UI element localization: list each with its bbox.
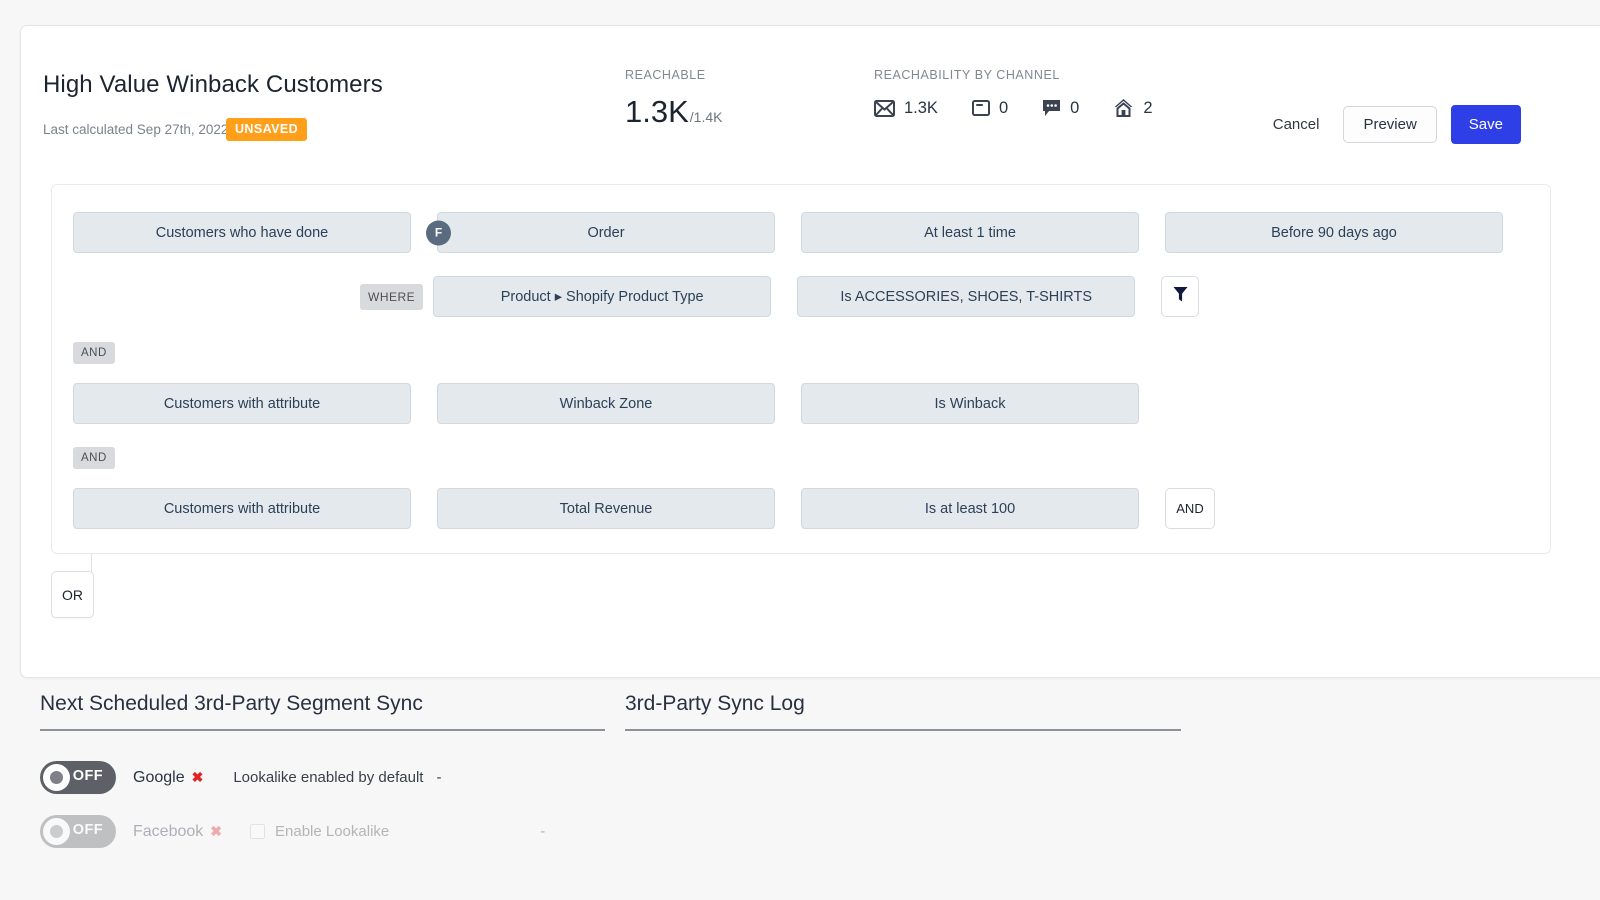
- reachable-denominator: /1.4K: [689, 109, 723, 125]
- provider-row-facebook: OFF Facebook ✖ Enable Lookalike -: [40, 815, 605, 848]
- funnel-filter-icon: [1173, 286, 1188, 308]
- push-notification-icon: [971, 99, 990, 117]
- preview-button[interactable]: Preview: [1343, 106, 1437, 143]
- funnel-filter-button[interactable]: [1161, 276, 1200, 317]
- page-title: High Value Winback Customers: [43, 71, 383, 98]
- status-badge: UNSAVED: [226, 118, 307, 141]
- channel-sms: 0: [1042, 99, 1079, 118]
- segment-card: High Value Winback Customers Last calcul…: [20, 25, 1600, 678]
- google-provider-label: Google ✖: [133, 769, 203, 787]
- facebook-enable-lookalike-checkbox[interactable]: [250, 824, 265, 839]
- query-row-4: Customers with attribute Total Revenue I…: [73, 488, 1215, 529]
- facebook-enable-lookalike-label: Enable Lookalike: [275, 823, 390, 840]
- channel-push: 0: [971, 98, 1009, 118]
- segment-header: High Value Winback Customers Last calcul…: [21, 26, 1581, 166]
- filter-flag-badge: F: [426, 220, 451, 245]
- reachable-value-group: 1.3K /1.4K: [625, 94, 845, 130]
- channel-email-value: 1.3K: [904, 98, 938, 117]
- channel-sms-value: 0: [1070, 98, 1080, 117]
- provider-row-google: OFF Google ✖ Lookalike enabled by defaul…: [40, 761, 605, 794]
- query-row-1: Customers who have done F Order At least…: [73, 212, 1503, 253]
- facebook-toggle-state: OFF: [72, 822, 103, 838]
- row4-group-operator-button[interactable]: AND: [1165, 488, 1215, 529]
- row4-operator-pill[interactable]: Is at least 100: [801, 488, 1139, 529]
- row4-subject-pill[interactable]: Customers with attribute: [73, 488, 411, 529]
- google-sync-toggle[interactable]: OFF: [40, 761, 116, 794]
- google-sync-time: -: [436, 769, 442, 786]
- row3-attribute-pill[interactable]: Winback Zone: [437, 383, 775, 424]
- save-button[interactable]: Save: [1450, 105, 1521, 144]
- reachable-stat: REACHABLE 1.3K /1.4K: [625, 68, 845, 130]
- row1-event-pill[interactable]: Order: [437, 212, 775, 253]
- google-disconnected-icon: ✖: [191, 769, 204, 785]
- sync-section: Next Scheduled 3rd-Party Segment Sync OF…: [0, 678, 1600, 900]
- query-row-3: Customers with attribute Winback Zone Is…: [73, 383, 1139, 424]
- channel-list: 1.3K 0 0 2: [874, 98, 1187, 118]
- direct-mail-home-icon: [1113, 98, 1134, 118]
- google-toggle-knob: [43, 764, 70, 791]
- row1-event-wrap: F Order: [426, 212, 775, 253]
- row1-frequency-pill[interactable]: At least 1 time: [801, 212, 1139, 253]
- sync-log-heading: 3rd-Party Sync Log: [625, 692, 1181, 731]
- google-toggle-state: OFF: [72, 768, 103, 784]
- and-tag-1[interactable]: AND: [73, 342, 115, 364]
- row2-operator-pill[interactable]: Is ACCESSORIES, SHOES, T-SHIRTS: [797, 276, 1136, 317]
- channel-push-value: 0: [998, 98, 1009, 117]
- reachable-value: 1.3K: [625, 94, 689, 129]
- next-scheduled-sync-column: Next Scheduled 3rd-Party Segment Sync OF…: [40, 692, 605, 848]
- next-scheduled-sync-heading: Next Scheduled 3rd-Party Segment Sync: [40, 692, 605, 731]
- row4-attribute-pill[interactable]: Total Revenue: [437, 488, 775, 529]
- row1-subject-pill[interactable]: Customers who have done: [73, 212, 411, 253]
- sms-chat-icon: [1042, 99, 1061, 118]
- row3-operator-pill[interactable]: Is Winback: [801, 383, 1139, 424]
- cancel-button[interactable]: Cancel: [1263, 108, 1330, 141]
- facebook-sync-toggle[interactable]: OFF: [40, 815, 116, 848]
- sync-log-column: 3rd-Party Sync Log: [625, 692, 1181, 731]
- row3-subject-pill[interactable]: Customers with attribute: [73, 383, 411, 424]
- or-button[interactable]: OR: [51, 571, 94, 618]
- reachable-label: REACHABLE: [625, 68, 706, 82]
- query-row-2-where: WHERE Product ▸ Shopify Product Type Is …: [360, 276, 1200, 317]
- row1-timeframe-pill[interactable]: Before 90 days ago: [1165, 212, 1503, 253]
- query-connector-and-1: AND: [73, 342, 115, 364]
- channels-label: REACHABILITY BY CHANNEL: [874, 68, 1060, 82]
- header-actions: Cancel Preview Save: [1263, 105, 1521, 144]
- facebook-disconnected-icon: ✖: [210, 823, 222, 839]
- and-tag-2[interactable]: AND: [73, 447, 115, 469]
- channel-email: 1.3K: [874, 99, 938, 118]
- row2-attribute-pill[interactable]: Product ▸ Shopify Product Type: [433, 276, 772, 317]
- channel-direct-mail: 2: [1113, 98, 1153, 118]
- facebook-provider-name: Facebook: [133, 822, 204, 840]
- channel-direct-mail-value: 2: [1143, 98, 1153, 117]
- google-lookalike-note: Lookalike enabled by default: [233, 769, 424, 786]
- facebook-provider-label: Facebook ✖: [133, 823, 222, 841]
- email-icon: [874, 99, 895, 117]
- query-connector-and-2: AND: [73, 447, 115, 469]
- last-calculated-text: Last calculated Sep 27th, 2022: [43, 122, 229, 137]
- reachability-by-channel: REACHABILITY BY CHANNEL 1.3K 0 0 2: [874, 68, 1187, 118]
- google-provider-name: Google: [133, 768, 185, 786]
- facebook-toggle-knob: [43, 818, 70, 845]
- where-tag: WHERE: [360, 283, 424, 310]
- facebook-sync-time: -: [540, 823, 546, 840]
- segment-editor-page: High Value Winback Customers Last calcul…: [0, 0, 1600, 900]
- query-builder: Customers who have done F Order At least…: [51, 184, 1551, 554]
